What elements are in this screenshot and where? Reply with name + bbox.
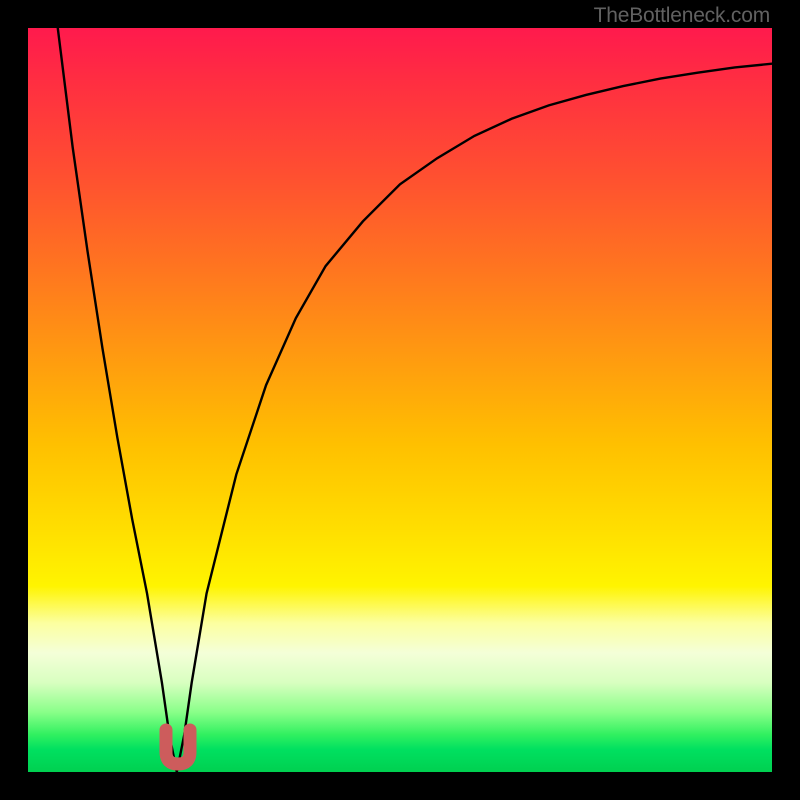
bottleneck-curve	[58, 28, 772, 772]
watermark-text: TheBottleneck.com	[594, 4, 770, 28]
curve-layer	[28, 28, 772, 772]
optimum-marker	[166, 730, 190, 764]
plot-area	[28, 28, 772, 772]
chart-container: TheBottleneck.com	[0, 0, 800, 800]
